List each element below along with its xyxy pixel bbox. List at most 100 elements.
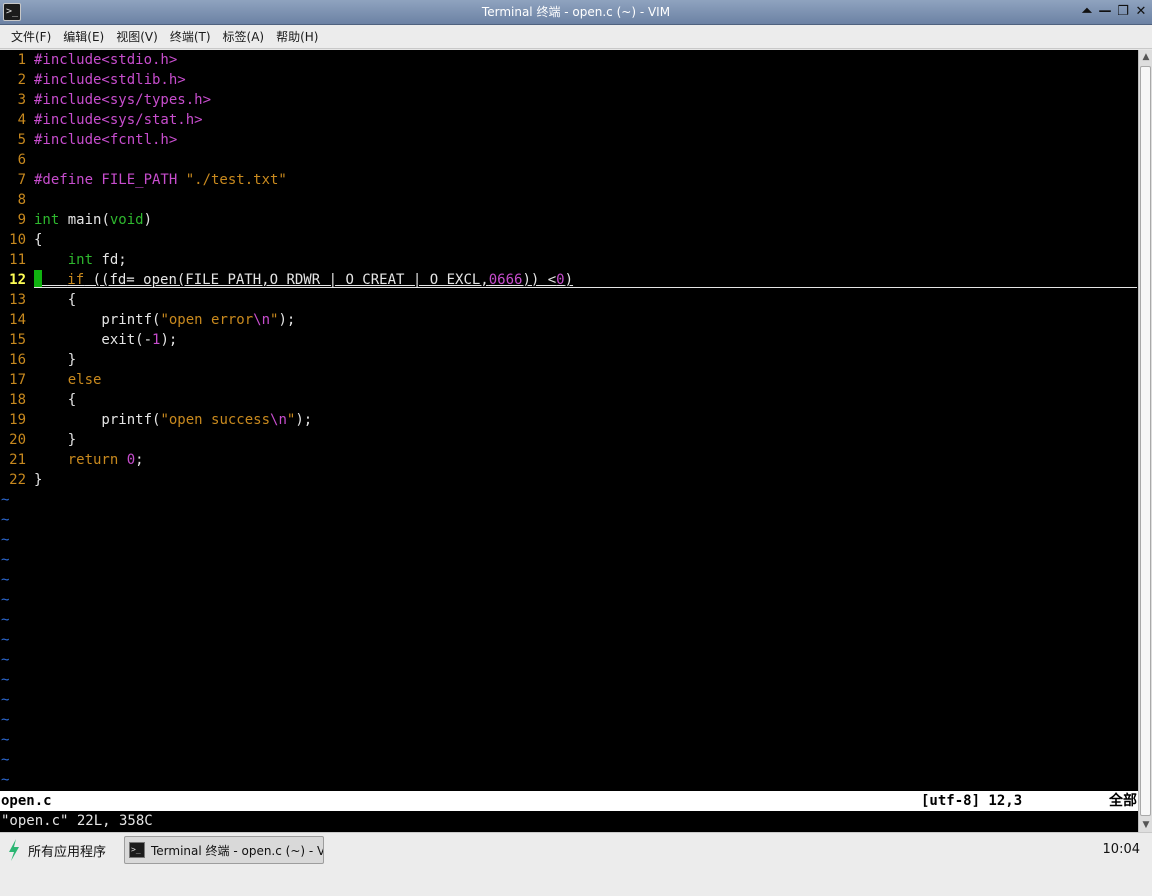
text-cursor bbox=[34, 270, 42, 288]
code-line[interactable]: 20 } bbox=[0, 430, 1138, 450]
line-number: 13 bbox=[9, 292, 26, 308]
cursor-line-underline bbox=[34, 287, 1137, 288]
line-number: 10 bbox=[9, 232, 26, 248]
code-line[interactable]: 1 #include<stdio.h> bbox=[0, 50, 1138, 70]
code-text[interactable]: #include<fcntl.h> bbox=[34, 130, 177, 150]
empty-line-marker: ~ bbox=[1, 712, 10, 728]
clock[interactable]: 10:04 bbox=[1103, 837, 1140, 863]
empty-line-marker: ~ bbox=[1, 492, 10, 508]
terminal-view[interactable]: 1 #include<stdio.h> 2 #include<stdlib.h> 3 #i… bbox=[0, 50, 1138, 832]
code-line[interactable]: 19 printf("open success\n"); bbox=[0, 410, 1138, 430]
code-line[interactable]: 13 { bbox=[0, 290, 1138, 310]
line-number: 11 bbox=[9, 252, 26, 268]
code-line[interactable]: 5 #include<fcntl.h> bbox=[0, 130, 1138, 150]
code-line[interactable]: 15 exit(-1); bbox=[0, 330, 1138, 350]
terminal-scrollbar[interactable]: ▲ ▼ bbox=[1138, 50, 1152, 832]
code-text[interactable]: #define FILE_PATH "./test.txt" bbox=[34, 170, 287, 190]
line-number: 4 bbox=[17, 112, 26, 128]
code-line[interactable]: 11 int fd; bbox=[0, 250, 1138, 270]
code-text[interactable]: printf("open error\n"); bbox=[34, 310, 295, 330]
code-text[interactable]: #include<stdio.h> bbox=[34, 50, 177, 70]
taskbar: 所有应用程序 >_ Terminal 终端 - open.c (~) - VIM… bbox=[0, 832, 1152, 896]
scroll-down-icon[interactable]: ▼ bbox=[1140, 818, 1152, 832]
code-line[interactable]: 22} bbox=[0, 470, 1138, 490]
line-number: 6 bbox=[17, 152, 26, 168]
window-title: Terminal 终端 - open.c (~) - VIM bbox=[481, 5, 671, 19]
menu-help[interactable]: 帮助(H) bbox=[270, 26, 324, 48]
vim-command-line[interactable]: "open.c" 22L, 358C bbox=[0, 811, 1138, 831]
code-text[interactable]: printf("open success\n"); bbox=[34, 410, 312, 430]
code-text[interactable]: #include<stdlib.h> bbox=[34, 70, 186, 90]
empty-line-marker: ~ bbox=[1, 772, 10, 788]
code-line[interactable]: 17 else bbox=[0, 370, 1138, 390]
title-bar: >_ Terminal 终端 - open.c (~) - VIM ⏶ — ❐ … bbox=[0, 0, 1152, 25]
code-line[interactable]: 16 } bbox=[0, 350, 1138, 370]
line-number: 17 bbox=[9, 372, 26, 388]
close-icon[interactable]: ✕ bbox=[1134, 3, 1148, 21]
code-line[interactable]: 10 { bbox=[0, 230, 1138, 250]
code-text[interactable]: } bbox=[34, 350, 76, 370]
code-text[interactable]: } bbox=[34, 430, 76, 450]
status-encoding-position: [utf-8] 12,3 bbox=[921, 793, 1023, 809]
status-scroll: 全部 bbox=[1109, 793, 1137, 809]
menu-terminal[interactable]: 终端(T) bbox=[164, 26, 217, 48]
line-number: 14 bbox=[9, 312, 26, 328]
code-line[interactable]: 14 printf("open error\n"); bbox=[0, 310, 1138, 330]
code-text[interactable]: exit(-1); bbox=[34, 330, 177, 350]
code-text[interactable]: #include<sys/types.h> bbox=[34, 90, 211, 110]
code-text[interactable]: { bbox=[34, 290, 76, 310]
line-number: 18 bbox=[9, 392, 26, 408]
all-apps-label: 所有应用程序 bbox=[28, 844, 107, 860]
menu-edit[interactable]: 编辑(E) bbox=[57, 26, 110, 48]
menu-bar: 文件(F) 编辑(E) 视图(V) 终端(T) 标签(A) 帮助(H) bbox=[0, 25, 1152, 49]
code-text[interactable]: { bbox=[34, 390, 76, 410]
code-line[interactable]: 6 bbox=[0, 150, 1138, 170]
line-number: 22 bbox=[9, 472, 26, 488]
app-menu-logo-icon bbox=[9, 839, 19, 861]
empty-line-marker: ~ bbox=[1, 652, 10, 668]
code-text[interactable]: return 0; bbox=[34, 450, 144, 470]
code-line[interactable]: 2 #include<stdlib.h> bbox=[0, 70, 1138, 90]
scroll-up-icon[interactable]: ▲ bbox=[1140, 50, 1152, 64]
code-line[interactable]: 3 #include<sys/types.h> bbox=[0, 90, 1138, 110]
empty-line-marker: ~ bbox=[1, 732, 10, 748]
shade-icon[interactable]: ⏶ bbox=[1080, 3, 1094, 21]
code-text[interactable]: int fd; bbox=[34, 250, 127, 270]
all-apps-button[interactable]: 所有应用程序 bbox=[6, 837, 106, 863]
menu-view[interactable]: 视图(V) bbox=[110, 26, 164, 48]
taskbar-window-label: Terminal 终端 - open.c (~) - VIM bbox=[151, 843, 324, 858]
code-text[interactable]: else bbox=[34, 370, 102, 390]
line-number: 15 bbox=[9, 332, 26, 348]
menu-tabs[interactable]: 标签(A) bbox=[217, 26, 271, 48]
code-line[interactable]: 21 return 0; bbox=[0, 450, 1138, 470]
empty-line-marker: ~ bbox=[1, 532, 10, 548]
taskbar-window-terminal[interactable]: >_ Terminal 终端 - open.c (~) - VIM bbox=[124, 836, 324, 864]
code-line[interactable]: 4 #include<sys/stat.h> bbox=[0, 110, 1138, 130]
line-number: 5 bbox=[17, 132, 26, 148]
code-line[interactable]: 9 int main(void) bbox=[0, 210, 1138, 230]
empty-line-marker: ~ bbox=[1, 632, 10, 648]
maximize-icon[interactable]: ❐ bbox=[1116, 3, 1130, 21]
window-controls: ⏶ — ❐ ✕ bbox=[1080, 3, 1148, 21]
line-number: 19 bbox=[9, 412, 26, 428]
code-text[interactable]: { bbox=[34, 230, 42, 250]
line-number: 2 bbox=[17, 72, 26, 88]
line-number: 8 bbox=[17, 192, 26, 208]
code-line[interactable]: 7 #define FILE_PATH "./test.txt" bbox=[0, 170, 1138, 190]
empty-line-marker: ~ bbox=[1, 692, 10, 708]
empty-line-marker: ~ bbox=[1, 592, 10, 608]
code-text[interactable]: int main(void) bbox=[34, 210, 152, 230]
menu-file[interactable]: 文件(F) bbox=[5, 26, 57, 48]
empty-line-marker: ~ bbox=[1, 612, 10, 628]
scrollbar-thumb[interactable] bbox=[1140, 66, 1151, 816]
code-text[interactable]: } bbox=[34, 470, 42, 490]
line-number: 9 bbox=[17, 212, 26, 228]
minimize-icon[interactable]: — bbox=[1098, 3, 1112, 21]
empty-line-marker: ~ bbox=[1, 572, 10, 588]
terminal-icon: >_ bbox=[129, 842, 145, 858]
line-number: 16 bbox=[9, 352, 26, 368]
code-line[interactable]: 18 { bbox=[0, 390, 1138, 410]
line-number: 12 bbox=[9, 272, 26, 288]
code-line[interactable]: 8 bbox=[0, 190, 1138, 210]
code-text[interactable]: #include<sys/stat.h> bbox=[34, 110, 203, 130]
